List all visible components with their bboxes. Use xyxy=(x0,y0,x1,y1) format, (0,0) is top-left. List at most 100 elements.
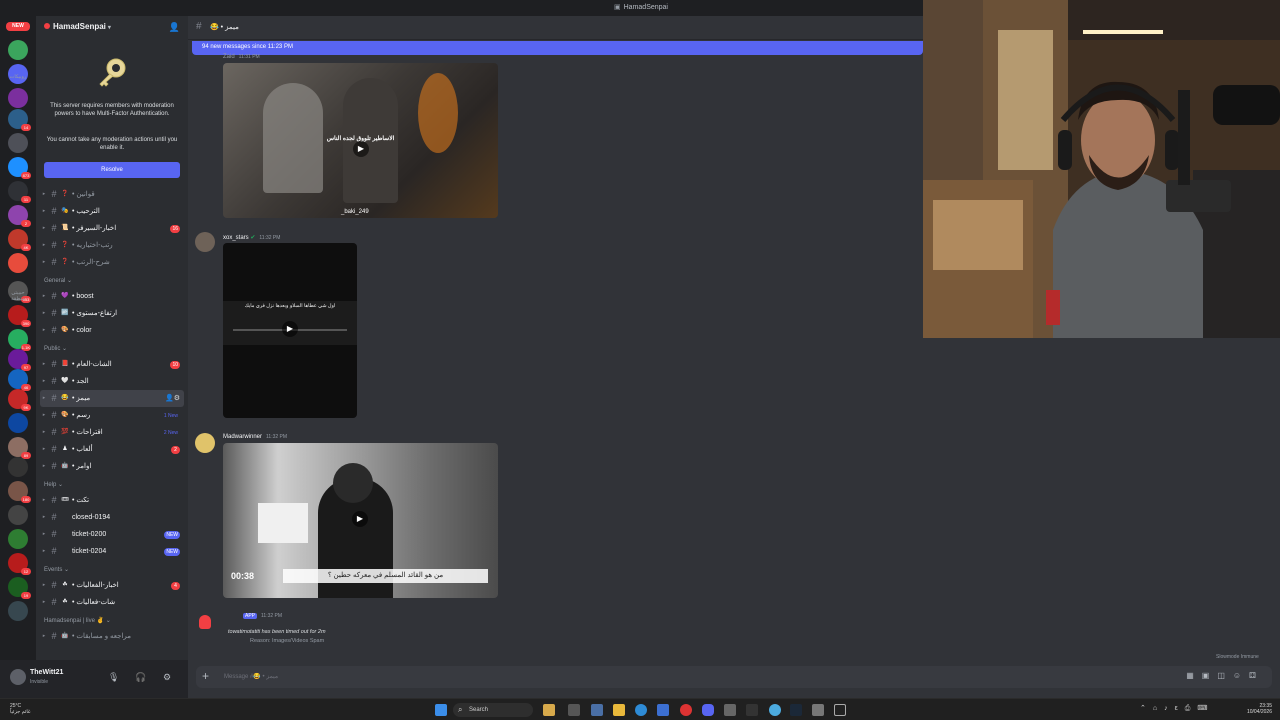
server-icon[interactable]: 89 xyxy=(8,437,31,459)
server-icon[interactable] xyxy=(8,40,28,60)
channel-item[interactable]: ▸ # 🤖 • اوامر xyxy=(40,458,184,475)
message-composer[interactable]: + Message #😂 • ميمز ▦▣◫☺⚃ xyxy=(196,666,1272,688)
avatar[interactable] xyxy=(195,433,215,453)
windows-start-icon[interactable] xyxy=(435,704,447,716)
channel-item[interactable]: ▸ # ticket-0204 NEW xyxy=(40,543,184,560)
server-icon[interactable] xyxy=(8,88,28,108)
server-icon[interactable]: 1.1K xyxy=(8,329,31,351)
channel-item[interactable]: ▸ # 😂 • ميمز 👤⚙ xyxy=(40,390,184,407)
chevron-right-icon: ▸ xyxy=(42,463,46,469)
app-icon[interactable] xyxy=(724,704,736,716)
channel-item[interactable]: ▸ # ☘ • اخبار-الفعاليات 4 xyxy=(40,577,184,594)
channel-category[interactable]: Hamadsenpai | live ✌ ⌄ xyxy=(36,611,188,628)
server-icon[interactable]: 46 xyxy=(8,369,31,391)
new-messages-text: 94 new messages since 11:23 PM xyxy=(202,44,293,50)
message-input[interactable]: Message #😂 • ميمز xyxy=(224,673,278,680)
add-member-icon[interactable]: 👤 xyxy=(169,22,180,33)
widget-icon[interactable] xyxy=(543,704,555,716)
server-icon[interactable]: 12 xyxy=(8,553,31,575)
server-icon[interactable]: 97 xyxy=(8,349,31,371)
resolve-button[interactable]: Resolve xyxy=(44,162,180,178)
user-status: Invisible xyxy=(30,679,49,685)
play-icon[interactable]: ▶ xyxy=(353,141,369,157)
edge-icon[interactable] xyxy=(635,704,647,716)
microphone-icon[interactable]: 🎙 xyxy=(108,672,119,683)
server-icon[interactable]: 14 xyxy=(8,109,31,131)
server-icon[interactable] xyxy=(8,413,28,433)
video-attachment[interactable]: ▶ 00:38 من هو القائد المسلم في معركه حطي… xyxy=(223,443,498,598)
channel-item[interactable]: ▸ # 🤖 • مراجعه و مسابقات xyxy=(40,628,184,645)
channel-item[interactable]: ▸ # ❓ • شرح-الرتب xyxy=(40,254,184,271)
chrome-icon[interactable] xyxy=(769,704,781,716)
channel-item[interactable]: ▸ # 🎭 • الترحيب xyxy=(40,203,184,220)
play-icon[interactable]: ▶ xyxy=(282,321,298,337)
channel-category[interactable]: Public ⌄ xyxy=(36,339,188,356)
server-icon[interactable]: 390 xyxy=(8,305,31,327)
channel-settings-icon[interactable]: 👤⚙ xyxy=(165,390,180,407)
channel-item[interactable]: ▸ # 💜 • boost xyxy=(40,288,184,305)
file-explorer-icon[interactable] xyxy=(613,704,625,716)
channel-item[interactable]: ▸ # 📜 • اخبار-السيرفر 16 xyxy=(40,220,184,237)
hash-icon: # xyxy=(51,461,57,471)
hash-icon: # xyxy=(51,427,57,437)
server-icon[interactable] xyxy=(8,133,28,153)
play-icon[interactable]: ▶ xyxy=(352,511,368,527)
server-icon[interactable] xyxy=(8,529,28,549)
server-icon[interactable] xyxy=(8,601,28,621)
server-icon[interactable]: 11 xyxy=(8,181,31,203)
server-icon[interactable]: 19 xyxy=(8,577,31,599)
task-view-icon[interactable] xyxy=(568,704,580,716)
channel-category[interactable]: Events ⌄ xyxy=(36,560,188,577)
channel-item[interactable]: ▸ # ticket-0200 NEW xyxy=(40,526,184,543)
app-icon[interactable] xyxy=(591,704,603,716)
channel-item[interactable]: ▸ # ♟ • ألعاب 2 xyxy=(40,441,184,458)
gear-icon[interactable]: ⚙ xyxy=(163,672,171,683)
system-tray[interactable]: ⌃⌂♪ε⎙⌨ xyxy=(1140,704,1214,713)
channel-item[interactable]: ▸ # 🎨 • color xyxy=(40,322,184,339)
channel-item[interactable]: ▸ # 🆙 • ارتفاع-مستوى xyxy=(40,305,184,322)
server-icon[interactable]: 4K xyxy=(8,229,31,251)
message-author[interactable]: Zaid 11:31 PM xyxy=(223,54,260,60)
server-name-button[interactable]: HamadSenpai ▾ xyxy=(44,22,111,31)
channel-item[interactable]: ▸ # 🤍 • الجد xyxy=(40,373,184,390)
channel-item[interactable]: ▸ # closed-0194 xyxy=(40,509,184,526)
channel-item[interactable]: ▸ # ❓ • رتب-اختياريه xyxy=(40,237,184,254)
search-input[interactable]: Search xyxy=(453,703,533,717)
store-icon[interactable] xyxy=(657,704,669,716)
app-icon[interactable] xyxy=(746,704,758,716)
server-icon[interactable]: 2 xyxy=(8,205,31,227)
channel-item[interactable]: ▸ # 🎟 • تكت xyxy=(40,492,184,509)
video-attachment[interactable]: اول شي عطاها السلاو وبعدها نزل فري مايك … xyxy=(223,243,357,418)
discord-icon[interactable] xyxy=(702,704,714,716)
channel-item[interactable]: ▸ # 📕 • الشات-العام 10 xyxy=(40,356,184,373)
steam-icon[interactable] xyxy=(790,704,802,716)
video-attachment[interactable]: الاساطير تلووق لجده الناس ▶ _baki_249 xyxy=(223,63,498,218)
mfa-warning-text: This server requires members with modera… xyxy=(50,103,174,117)
channel-item[interactable]: ▸ # 🎨 • رسم 1 New xyxy=(40,407,184,424)
message-author[interactable]: Madwarwinner 11:32 PM xyxy=(223,434,287,440)
plus-icon[interactable]: + xyxy=(202,669,209,683)
unread-badge: 2 New xyxy=(163,429,178,436)
channel-item[interactable]: ▸ # ☘ • شات-فعاليات xyxy=(40,594,184,611)
app-icon[interactable] xyxy=(680,704,692,716)
app-icon[interactable] xyxy=(834,704,846,716)
server-icon[interactable]: 9K xyxy=(8,389,31,411)
clock[interactable]: 23:35 10/04/2026 xyxy=(1247,703,1272,715)
avatar[interactable] xyxy=(10,669,26,685)
headphones-icon[interactable]: 🎧 xyxy=(135,672,146,683)
channel-category[interactable]: Help ⌄ xyxy=(36,475,188,492)
channel-category[interactable]: General ⌄ xyxy=(36,271,188,288)
message-author[interactable]: xox_stars ✔ 11:32 PM xyxy=(223,234,280,241)
server-icon[interactable] xyxy=(8,457,28,477)
server-icon[interactable] xyxy=(8,505,28,525)
avatar[interactable] xyxy=(195,232,215,252)
channel-item[interactable]: ▸ # 💯 • اقتراحات 2 New xyxy=(40,424,184,441)
new-messages-bar[interactable]: 94 new messages since 11:23 PM xyxy=(192,41,923,55)
server-icon[interactable] xyxy=(8,253,28,273)
settings-icon[interactable] xyxy=(812,704,824,716)
weather-widget[interactable]: 25°C غائم جزئياً xyxy=(10,703,31,715)
channel-item[interactable]: ▸ # ❓ • قوانين xyxy=(40,186,184,203)
composer-tools-icon[interactable]: ▦▣◫☺⚃ xyxy=(1186,671,1264,680)
server-icon[interactable]: 180 xyxy=(8,481,31,503)
server-icon[interactable]: 873 xyxy=(8,157,31,179)
